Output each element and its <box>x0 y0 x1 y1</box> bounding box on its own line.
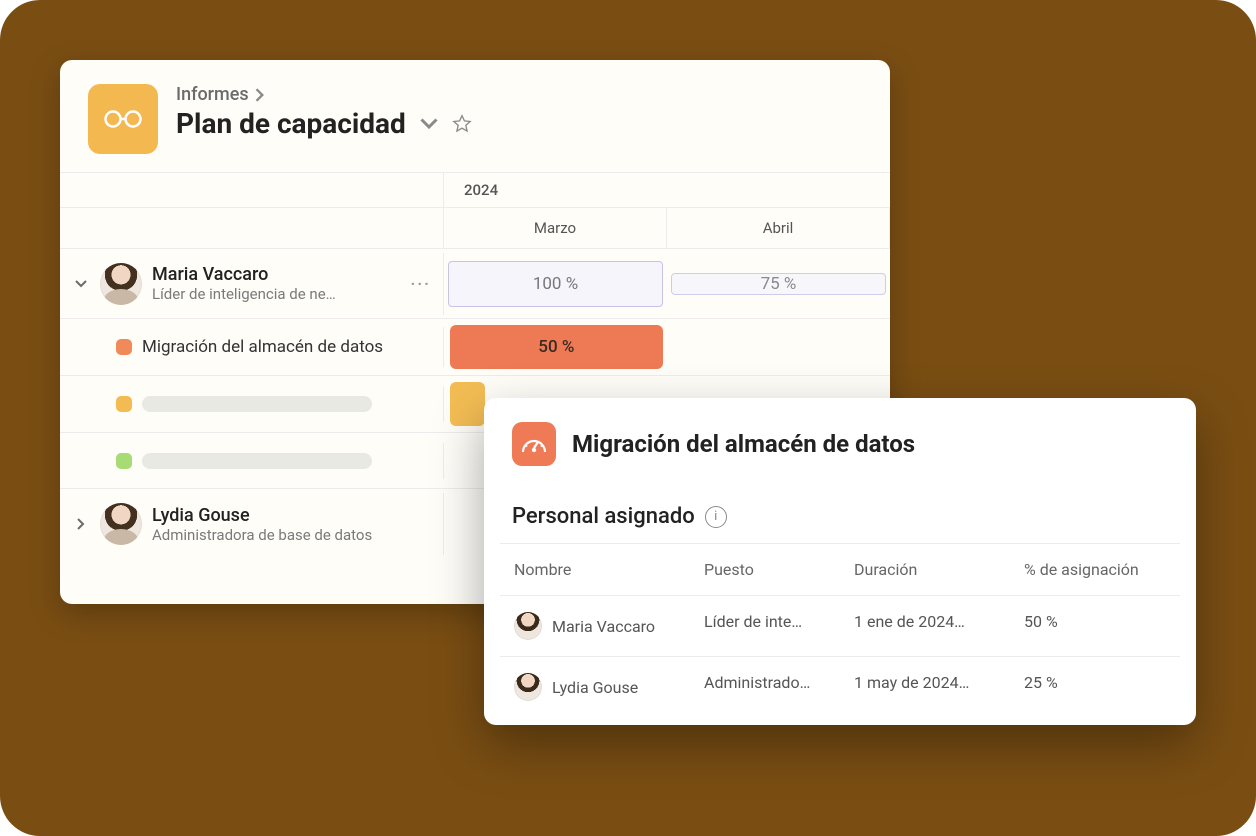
table-row[interactable]: Lydia Gouse Administrado… 1 may de 2024…… <box>500 657 1180 717</box>
gauge-icon <box>512 422 556 466</box>
assignment-table: Nombre Puesto Duración % de asignación M… <box>500 543 1180 717</box>
month-col-0: Marzo <box>444 208 667 248</box>
cell-allocation: 50 % <box>1010 596 1180 656</box>
allocation-cell[interactable]: 75 % <box>671 273 886 295</box>
table-header-row: Nombre Puesto Duración % de asignación <box>500 544 1180 596</box>
task-bar[interactable] <box>450 382 485 426</box>
section-title: Personal asignado <box>512 504 695 529</box>
person-role: Administradora de base de datos <box>152 526 372 544</box>
app-icon <box>88 84 158 154</box>
task-swatch-icon <box>116 396 132 412</box>
person-row[interactable]: Maria Vaccaro Líder de inteligencia de n… <box>60 249 890 319</box>
task-name-placeholder <box>142 396 372 412</box>
task-bar[interactable]: 50 % <box>450 325 663 369</box>
task-name-placeholder <box>142 453 372 469</box>
person-role: Líder de inteligencia de ne… <box>152 285 336 303</box>
task-row[interactable]: Migración del almacén de datos 50 % <box>60 319 890 376</box>
person-name: Maria Vaccaro <box>152 264 336 285</box>
cell-duration: 1 may de 2024… <box>840 657 1010 717</box>
cell-name: Maria Vaccaro <box>552 617 655 636</box>
cell-duration: 1 ene de 2024… <box>840 596 1010 656</box>
chevron-right-icon <box>255 88 265 102</box>
task-detail-panel: Migración del almacén de datos Personal … <box>484 398 1196 725</box>
avatar <box>100 503 142 545</box>
panel-header: Informes Plan de capacidad <box>60 60 890 172</box>
allocation-cell[interactable]: 100 % <box>448 261 663 307</box>
avatar <box>514 612 542 640</box>
avatar <box>514 673 542 701</box>
table-row[interactable]: Maria Vaccaro Líder de inte… 1 ene de 20… <box>500 596 1180 657</box>
avatar <box>100 263 142 305</box>
page-title: Plan de capacidad <box>176 107 406 140</box>
cell-name: Lydia Gouse <box>552 678 638 697</box>
breadcrumb-label: Informes <box>176 84 249 105</box>
star-icon[interactable] <box>452 114 472 134</box>
collapse-toggle[interactable] <box>72 279 90 289</box>
info-icon[interactable]: i <box>705 506 727 528</box>
month-col-1: Abril <box>667 208 890 248</box>
person-name: Lydia Gouse <box>152 505 372 526</box>
task-swatch-icon <box>116 453 132 469</box>
task-swatch-icon <box>116 339 132 355</box>
more-icon[interactable]: ··· <box>411 274 431 293</box>
col-allocation: % de asignación <box>1010 544 1180 595</box>
cell-role: Administrado… <box>690 657 840 717</box>
cell-role: Líder de inte… <box>690 596 840 656</box>
glasses-icon <box>103 107 143 131</box>
col-name: Nombre <box>500 544 690 595</box>
detail-title: Migración del almacén de datos <box>572 430 915 458</box>
cell-allocation: 25 % <box>1010 657 1180 717</box>
col-duration: Duración <box>840 544 1010 595</box>
chevron-down-icon[interactable] <box>420 118 438 130</box>
col-role: Puesto <box>690 544 840 595</box>
timeline-header: 2024 Marzo Abril <box>60 172 890 249</box>
task-name: Migración del almacén de datos <box>142 337 383 357</box>
breadcrumb[interactable]: Informes <box>176 84 862 105</box>
expand-toggle[interactable] <box>72 518 90 530</box>
year-label: 2024 <box>444 173 518 207</box>
